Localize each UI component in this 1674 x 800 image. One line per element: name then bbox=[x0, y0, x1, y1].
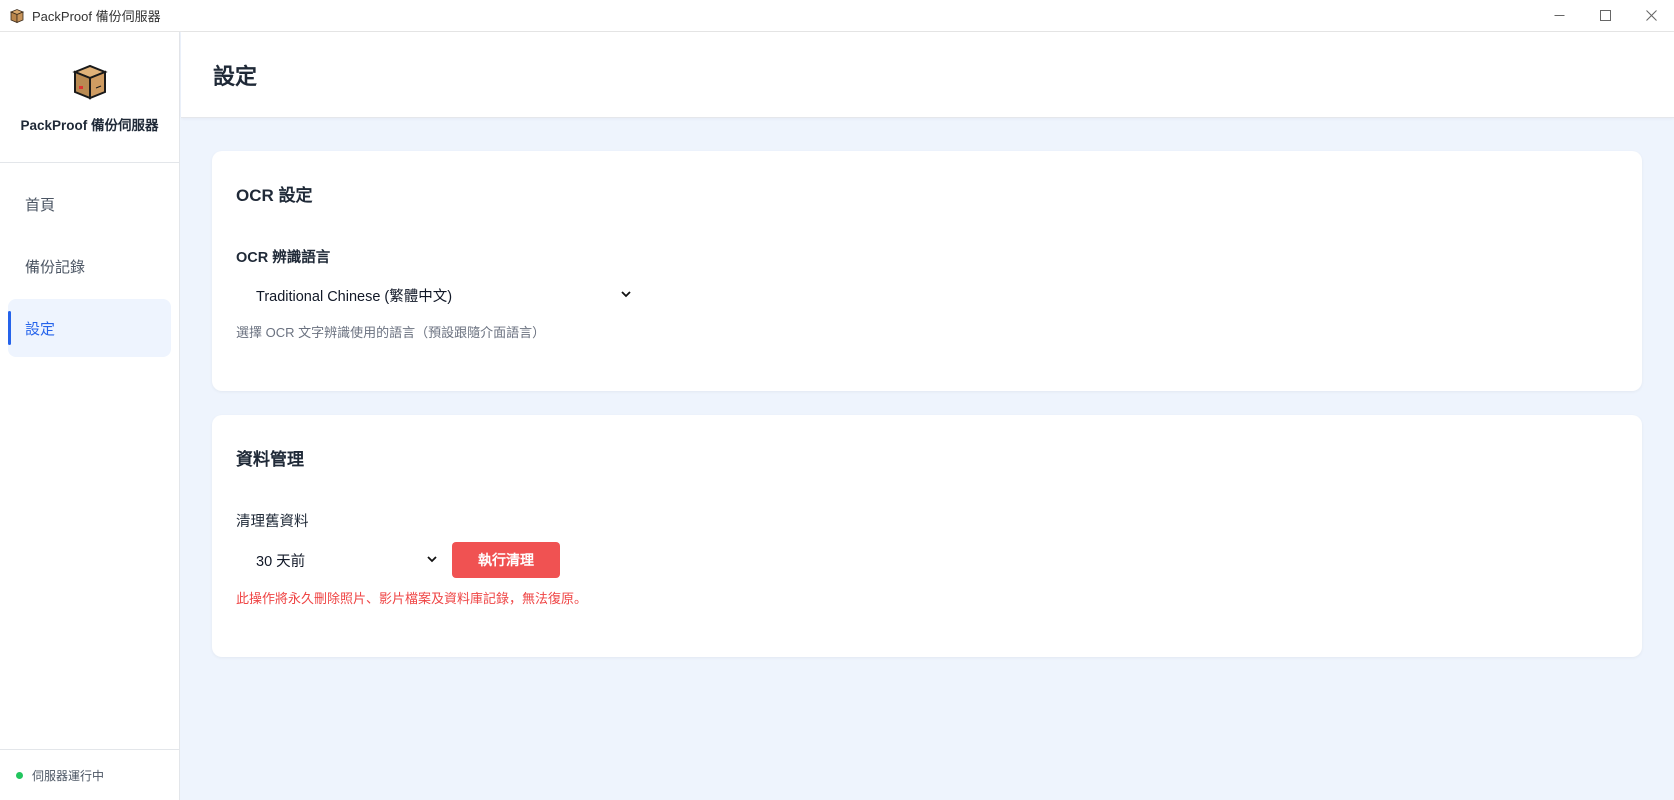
sidebar-item-home[interactable]: 首頁 bbox=[8, 175, 171, 233]
minimize-button[interactable] bbox=[1536, 0, 1582, 32]
sidebar-nav: 首頁 備份記錄 設定 bbox=[0, 163, 179, 357]
brand-name: PackProof 備份伺服器 bbox=[20, 118, 159, 133]
data-management-title: 資料管理 bbox=[236, 450, 304, 469]
minimize-icon bbox=[1554, 15, 1564, 16]
ocr-settings-title: OCR 設定 bbox=[236, 186, 313, 205]
ocr-settings-card: OCR 設定 OCR 辨識語言 Traditional Chinese (繁體中… bbox=[212, 151, 1642, 391]
cleanup-range-select[interactable]: 30 天前 bbox=[236, 543, 446, 577]
chevron-down-icon bbox=[427, 556, 437, 563]
window-titlebar: PackProof 備份伺服器 bbox=[0, 0, 1674, 32]
maximize-button[interactable] bbox=[1582, 0, 1628, 32]
ocr-language-select[interactable]: Traditional Chinese (繁體中文) bbox=[236, 278, 640, 312]
ocr-language-label: OCR 辨識語言 bbox=[236, 250, 331, 266]
close-icon bbox=[1645, 10, 1657, 21]
chevron-down-icon bbox=[621, 291, 631, 298]
package-box-icon bbox=[9, 8, 25, 23]
ocr-language-help: 選擇 OCR 文字辨識使用的語言（預設跟隨介面語言） bbox=[236, 325, 546, 340]
close-button[interactable] bbox=[1628, 0, 1674, 32]
cleanup-label: 清理舊資料 bbox=[236, 514, 309, 530]
maximize-icon bbox=[1599, 10, 1611, 21]
server-status-text: 伺服器運行中 bbox=[32, 768, 105, 783]
run-cleanup-button[interactable]: 執行清理 bbox=[452, 542, 560, 578]
sidebar-item-settings[interactable]: 設定 bbox=[8, 299, 171, 357]
cleanup-warning: 此操作將永久刪除照片、影片檔案及資料庫記錄，無法復原。 bbox=[236, 591, 588, 606]
sidebar: PackProof 備份伺服器 首頁 備份記錄 設定 伺服器運行中 bbox=[0, 32, 180, 800]
server-status: 伺服器運行中 bbox=[0, 749, 180, 800]
data-management-card: 資料管理 清理舊資料 30 天前 執行清理 此操作將永久刪除照片、影片檔案及資料… bbox=[212, 415, 1642, 657]
window-title: PackProof 備份伺服器 bbox=[32, 9, 161, 24]
status-dot-icon bbox=[16, 771, 23, 779]
page-header: 設定 bbox=[181, 32, 1674, 118]
brand: PackProof 備份伺服器 bbox=[0, 32, 179, 163]
package-box-icon bbox=[71, 64, 108, 100]
sidebar-item-backup-records[interactable]: 備份記錄 bbox=[8, 237, 171, 295]
cleanup-range-value: 30 天前 bbox=[256, 553, 306, 570]
page-title: 設定 bbox=[213, 63, 258, 89]
ocr-language-value: Traditional Chinese (繁體中文) bbox=[256, 288, 453, 305]
window-controls bbox=[1536, 0, 1674, 32]
